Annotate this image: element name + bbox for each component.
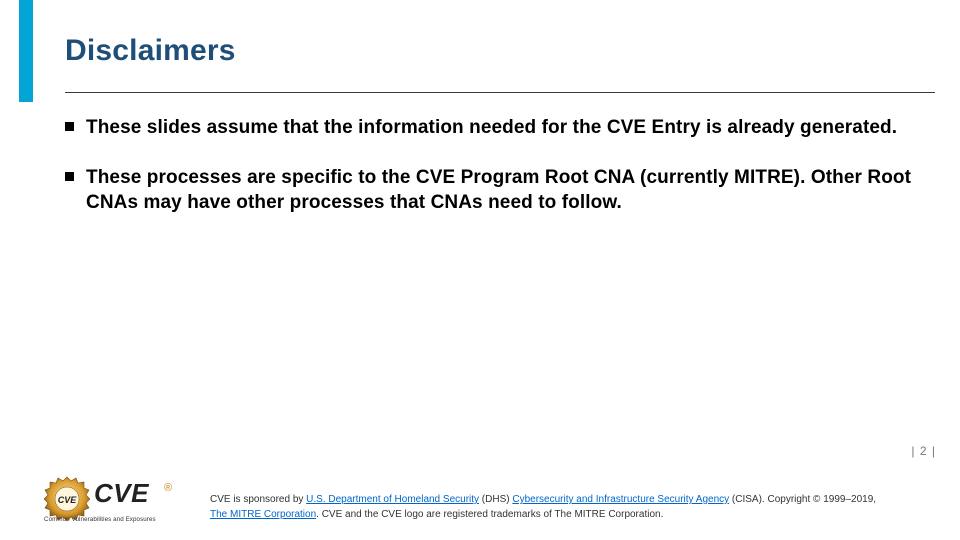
footer-tail: . CVE and the CVE logo are registered tr… [316, 509, 663, 520]
body-content: These slides assume that the information… [65, 115, 935, 240]
square-bullet-icon [65, 172, 74, 181]
bullet-item: These slides assume that the information… [65, 115, 935, 141]
slide: Disclaimers These slides assume that the… [0, 0, 960, 540]
footer-link-mitre[interactable]: The MITRE Corporation [210, 509, 316, 520]
page-number: | 2 | [911, 444, 936, 458]
logo-text: CVE [94, 478, 149, 509]
square-bullet-icon [65, 122, 74, 131]
accent-bar [19, 0, 33, 102]
bullet-item: These processes are specific to the CVE … [65, 165, 935, 216]
page-title: Disclaimers [65, 34, 236, 68]
footer-mid2: (CISA). Copyright © 1999–2019, [729, 494, 876, 505]
footer-text: CVE is sponsored by U.S. Department of H… [210, 492, 930, 522]
svg-text:CVE: CVE [58, 495, 78, 505]
title-divider [65, 92, 935, 93]
footer-link-cisa[interactable]: Cybersecurity and Infrastructure Securit… [512, 494, 729, 505]
footer-mid1: (DHS) [479, 494, 512, 505]
cve-logo: CVE CVE ® Common Vulnerabilities and Exp… [44, 476, 184, 522]
bullet-text: These slides assume that the information… [86, 115, 897, 141]
logo-subtitle: Common Vulnerabilities and Exposures [44, 516, 156, 523]
bullet-text: These processes are specific to the CVE … [86, 165, 935, 216]
footer-link-dhs[interactable]: U.S. Department of Homeland Security [306, 494, 479, 505]
registered-mark-icon: ® [164, 482, 172, 494]
footer-pre: CVE is sponsored by [210, 494, 306, 505]
